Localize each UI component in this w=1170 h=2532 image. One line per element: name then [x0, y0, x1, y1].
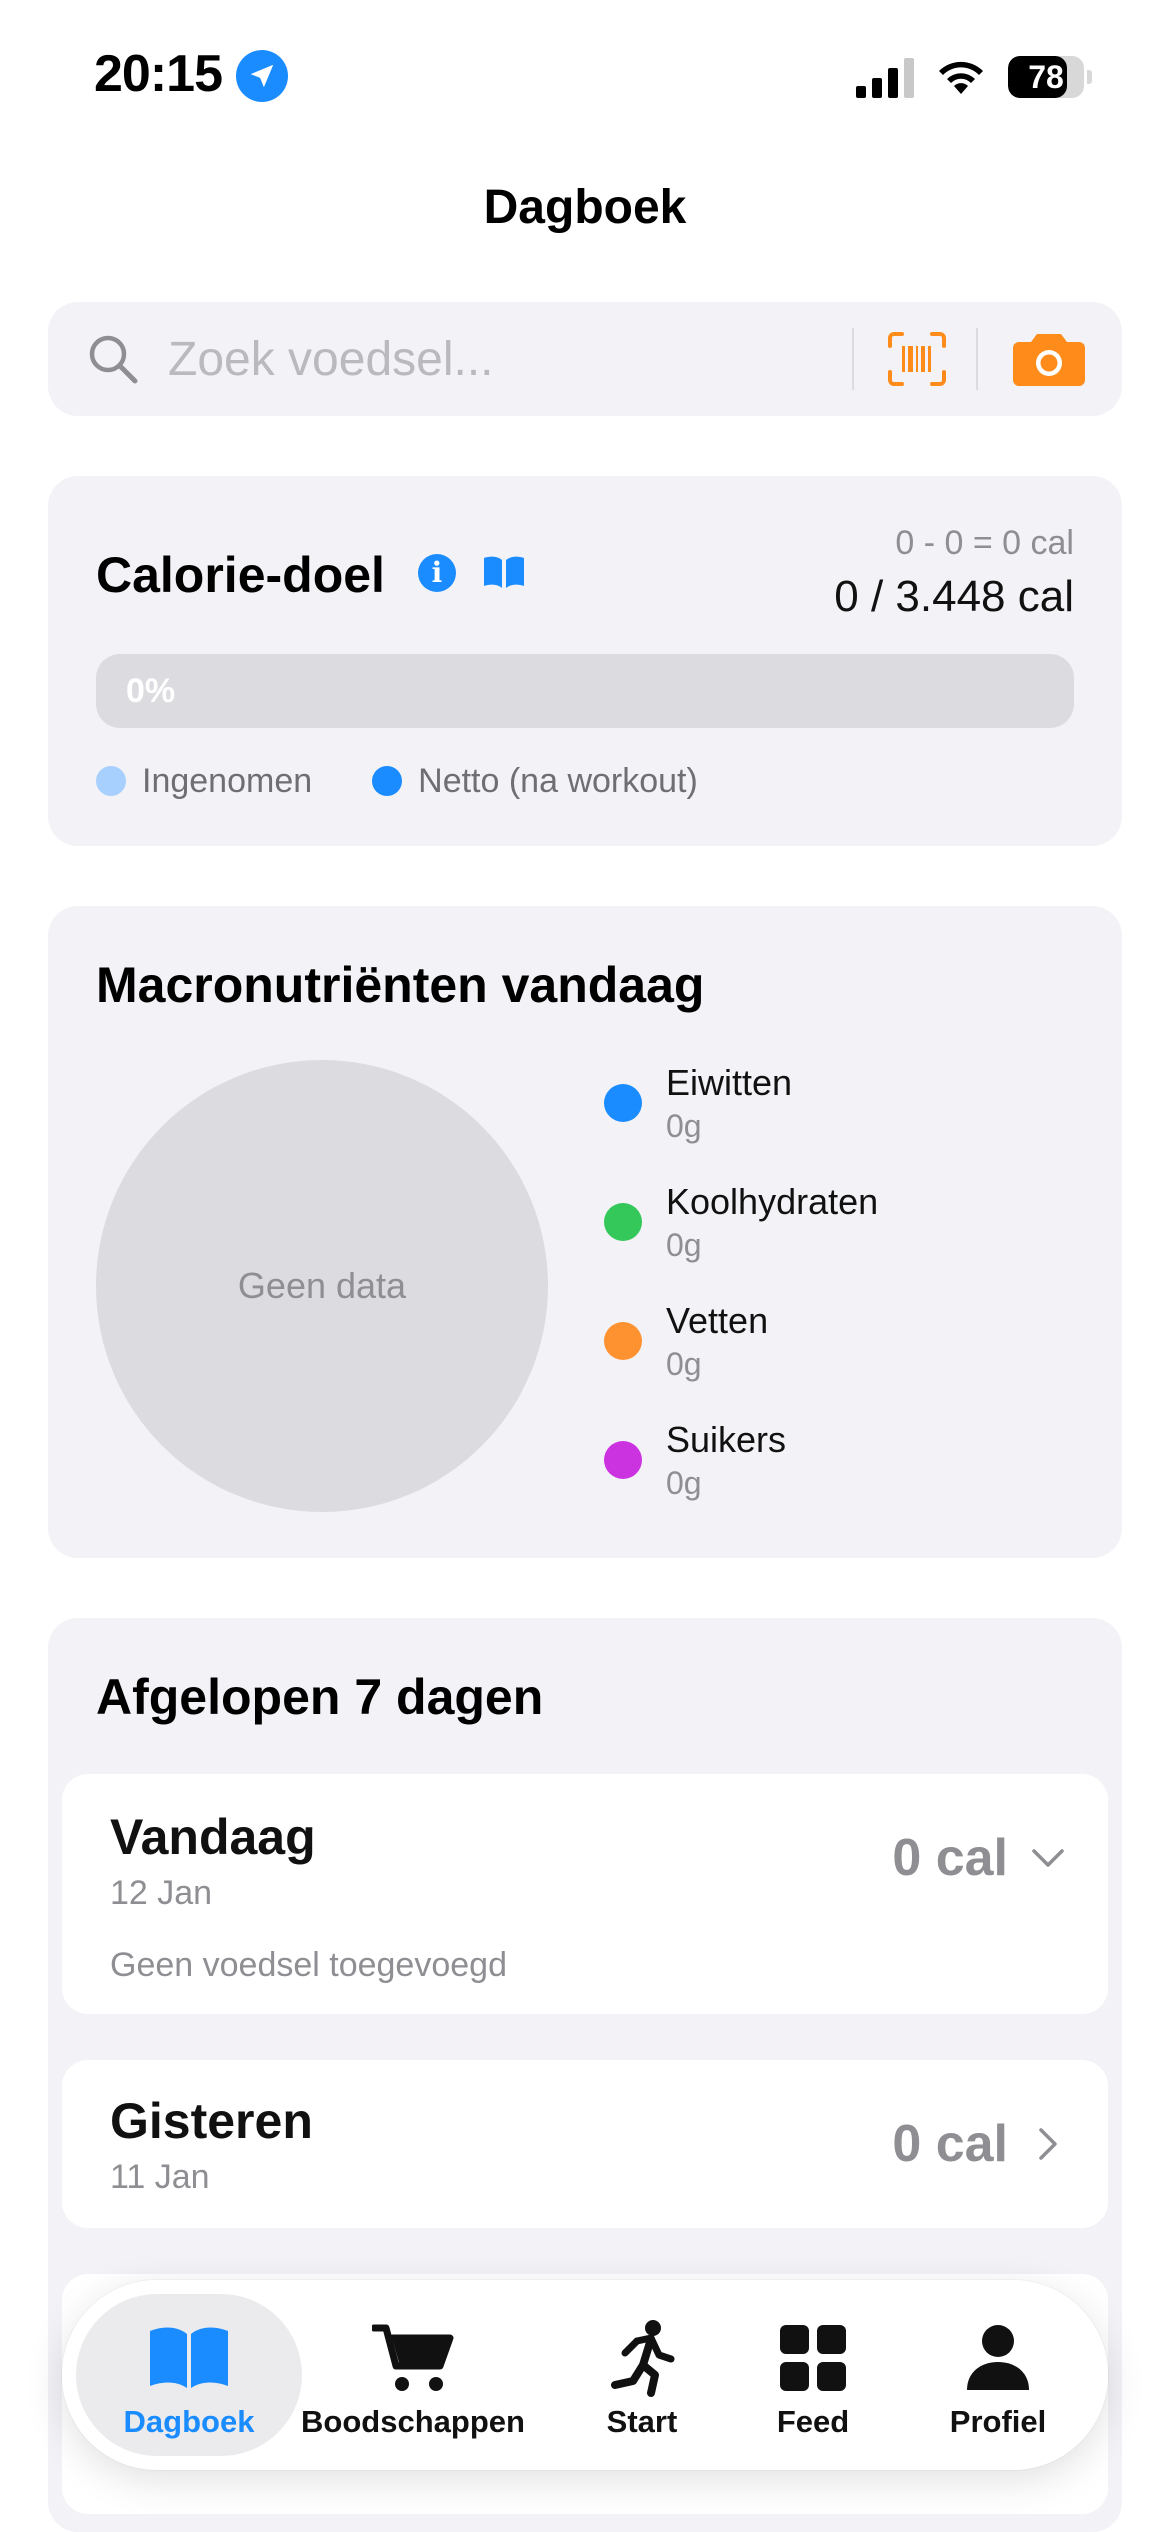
camera-button[interactable]	[1006, 328, 1092, 390]
day-calories: 0 cal	[892, 2115, 1008, 2173]
macronutrients-title: Macronutriënten vandaag	[96, 957, 705, 1013]
macro-value: 0g	[666, 1108, 702, 1144]
day-title: Vandaag	[110, 1809, 316, 1865]
status-bar: 20:15 78	[0, 0, 1170, 150]
tab-start[interactable]: Start	[552, 2280, 732, 2470]
day-date: 11 Jan	[110, 2158, 210, 2196]
macro-dot	[604, 1203, 642, 1241]
calorie-goal-card: Calorie-doel i 0 - 0 = 0 cal 0 / 3.448 c…	[48, 476, 1122, 846]
barcode-scan-button[interactable]	[884, 326, 950, 392]
macro-name: Koolhydraten	[666, 1181, 879, 1222]
cart-icon	[368, 2320, 458, 2396]
day-date: 12 Jan	[110, 1874, 213, 1912]
calorie-total: 0 / 3.448 cal	[834, 572, 1074, 621]
divider	[976, 328, 978, 390]
macro-dot	[604, 1322, 642, 1360]
macro-pie-chart: Geen data	[96, 1060, 548, 1512]
tab-label: Profiel	[949, 2404, 1047, 2439]
legend-dot-consumed	[96, 766, 126, 796]
tab-feed[interactable]: Feed	[728, 2280, 898, 2470]
last-7-days-title: Afgelopen 7 dagen	[96, 1669, 544, 1725]
day-calories: 0 cal	[892, 1829, 1008, 1887]
day-row-yesterday[interactable]: Gisteren 11 Jan 0 cal	[62, 2060, 1108, 2228]
macro-value: 0g	[666, 1227, 702, 1263]
divider	[852, 328, 854, 390]
search-bar[interactable]	[48, 302, 1122, 416]
chevron-down-icon	[1032, 1849, 1064, 1867]
pie-empty-label: Geen data	[237, 1265, 407, 1306]
day-empty-text: Geen voedsel toegevoegd	[110, 1946, 507, 1984]
person-icon	[953, 2320, 1043, 2396]
tab-label: Boodschappen	[301, 2404, 525, 2439]
page-title: Dagboek	[483, 181, 687, 234]
barcode-icon	[888, 332, 946, 386]
macro-dot	[604, 1441, 642, 1479]
info-icon[interactable]: i	[418, 554, 456, 592]
macro-value: 0g	[666, 1465, 702, 1501]
search-icon	[89, 335, 138, 384]
search-input[interactable]	[168, 302, 888, 416]
grid-icon	[768, 2320, 858, 2396]
chevron-right-icon	[1039, 2128, 1057, 2160]
day-title: Gisteren	[110, 2093, 313, 2149]
book-icon	[144, 2320, 234, 2396]
camera-icon	[1013, 334, 1085, 386]
tab-label: Dagboek	[123, 2404, 255, 2439]
battery-percent: 78	[1028, 59, 1064, 95]
location-arrow-icon	[236, 50, 288, 102]
battery-icon: 78	[1008, 56, 1092, 98]
calorie-progress-bar: 0%	[96, 654, 1074, 728]
day-row-today[interactable]: Vandaag 12 Jan 0 cal Geen voedsel toegev…	[62, 1774, 1108, 2014]
status-time: 20:15	[94, 45, 223, 103]
calorie-formula: 0 - 0 = 0 cal	[895, 524, 1074, 562]
macro-name: Suikers	[666, 1419, 787, 1460]
tab-dagboek[interactable]: Dagboek	[76, 2280, 302, 2470]
calorie-legend: Ingenomen Netto (na workout)	[96, 758, 758, 804]
macro-name: Eiwitten	[666, 1062, 793, 1103]
wifi-icon	[939, 61, 983, 94]
tab-profiel[interactable]: Profiel	[898, 2280, 1098, 2470]
macronutrients-card: Macronutriënten vandaag Geen data Eiwitt…	[48, 906, 1122, 1558]
book-icon[interactable]	[482, 554, 526, 590]
tab-label: Start	[606, 2404, 678, 2439]
runner-icon	[597, 2320, 687, 2397]
tab-bar: Dagboek Boodschappen Start Feed Profiel	[62, 2280, 1108, 2470]
cellular-signal-icon	[856, 58, 914, 98]
calorie-goal-title: Calorie-doel	[96, 547, 385, 603]
macro-dot	[604, 1084, 642, 1122]
legend-label-net: Netto (na workout)	[418, 761, 698, 800]
legend-dot-net	[372, 766, 403, 796]
legend-label-consumed: Ingenomen	[142, 761, 313, 800]
macro-name: Vetten	[666, 1300, 769, 1341]
macro-value: 0g	[666, 1346, 702, 1382]
tab-boodschappen[interactable]: Boodschappen	[301, 2280, 525, 2470]
progress-label: 0%	[126, 672, 176, 710]
tab-label: Feed	[776, 2404, 850, 2439]
